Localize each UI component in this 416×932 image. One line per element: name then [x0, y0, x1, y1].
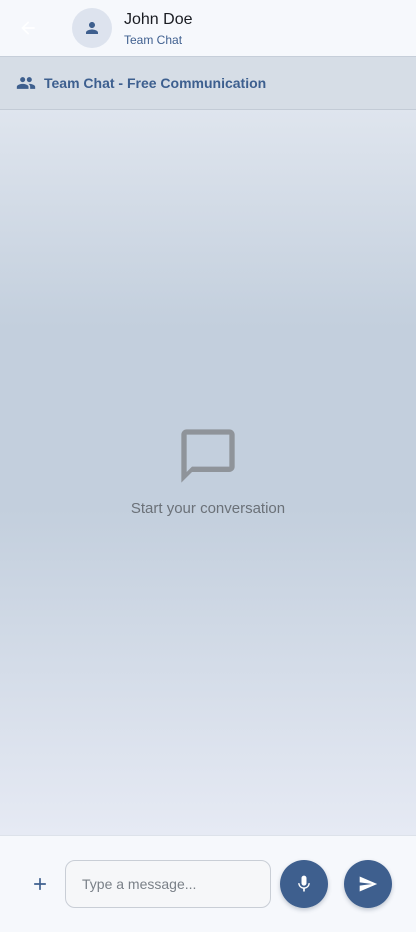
chat-header: John Doe Team Chat [0, 0, 416, 56]
contact-info[interactable]: John Doe Team Chat [124, 10, 193, 49]
attach-button[interactable] [28, 872, 52, 896]
mic-icon [298, 875, 310, 892]
empty-state: Start your conversation [0, 424, 416, 517]
chat-screen: John Doe Team Chat Team Chat - Free Comm… [0, 0, 416, 932]
chat-bubble-outline-icon [176, 424, 240, 488]
composer-bar [0, 835, 416, 932]
message-list[interactable]: Start your conversation [0, 110, 416, 835]
voice-message-button[interactable] [280, 860, 328, 908]
arrow-left-icon [21, 21, 35, 35]
group-icon [16, 73, 36, 93]
banner-text: Team Chat - Free Communication [44, 75, 267, 91]
avatar[interactable] [72, 8, 112, 48]
send-icon [359, 876, 378, 892]
send-button[interactable] [344, 860, 392, 908]
contact-name: John Doe [124, 11, 193, 28]
chat-mode-banner: Team Chat - Free Communication [0, 56, 416, 110]
back-button[interactable] [16, 16, 40, 40]
person-icon [86, 22, 98, 34]
empty-state-text: Start your conversation [130, 500, 286, 517]
contact-subtitle: Team Chat [124, 33, 183, 47]
plus-icon [34, 878, 46, 890]
message-input[interactable] [65, 860, 271, 908]
